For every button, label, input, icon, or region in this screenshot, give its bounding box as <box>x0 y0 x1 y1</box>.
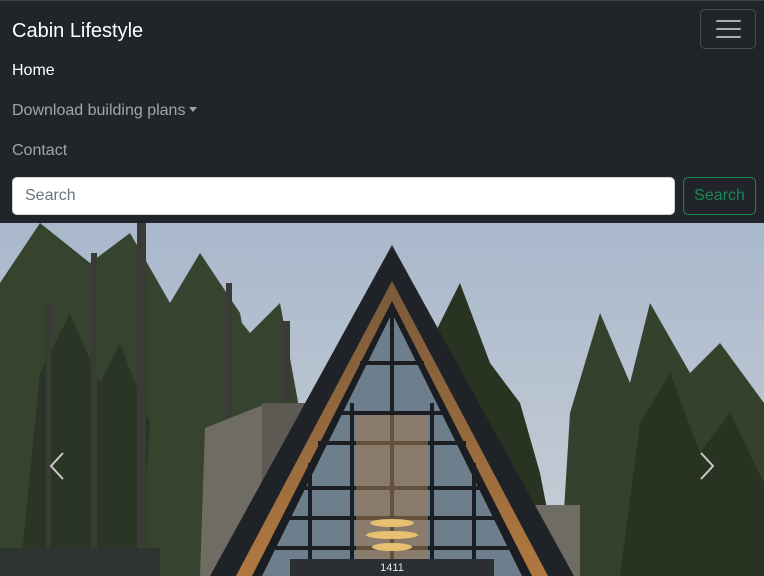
hero-carousel: 1411 <box>0 223 764 576</box>
hamburger-icon-bar <box>716 36 741 38</box>
caret-down-icon <box>189 107 198 112</box>
nav-dropdown-label: Download building plans <box>12 102 186 119</box>
search-input[interactable] <box>12 177 675 215</box>
nav-dropdown-building-plans[interactable]: Download building plans <box>12 101 198 121</box>
navbar-brand[interactable]: Cabin Lifestyle <box>12 19 143 43</box>
chevron-left-icon <box>49 452 64 480</box>
top-border <box>0 0 764 1</box>
hamburger-icon-bar <box>716 28 741 30</box>
carousel-next-button[interactable] <box>648 223 764 576</box>
hamburger-icon <box>716 20 741 22</box>
nav-link-contact[interactable]: Contact <box>12 141 67 161</box>
house-number-sign: 1411 <box>380 562 404 574</box>
chevron-right-icon <box>700 452 715 480</box>
search-button[interactable]: Search <box>683 177 756 215</box>
navbar-toggler-button[interactable] <box>700 9 756 49</box>
nav-link-home[interactable]: Home <box>12 61 55 81</box>
carousel-prev-button[interactable] <box>0 223 116 576</box>
